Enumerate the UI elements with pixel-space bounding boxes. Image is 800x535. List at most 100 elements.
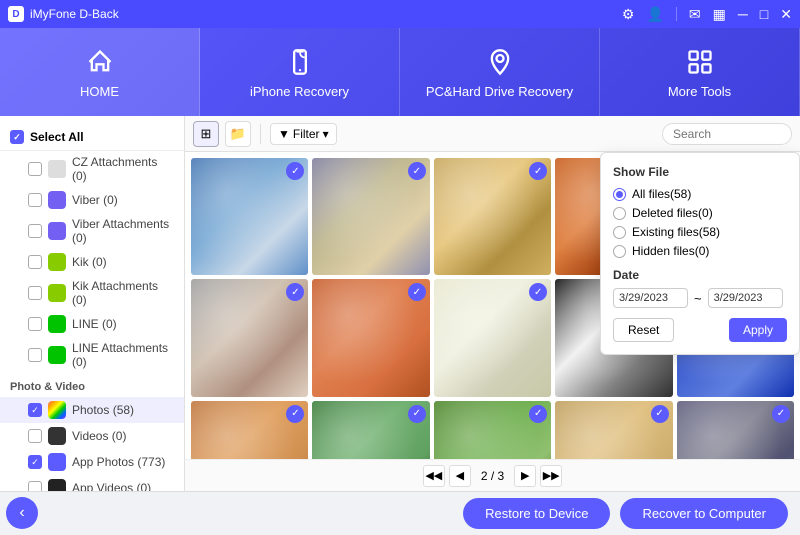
sidebar-item-line-att[interactable]: LINE Attachments (0) bbox=[0, 337, 184, 373]
videos-checkbox[interactable] bbox=[28, 429, 42, 443]
sidebar-item-app-photos[interactable]: ✓ App Photos (773) bbox=[0, 449, 184, 475]
photo-check-overlay[interactable]: ✓ bbox=[772, 405, 790, 423]
back-btn[interactable]: ‹ bbox=[6, 497, 38, 529]
radio-deleted[interactable] bbox=[613, 207, 626, 220]
filter-all-label: All files(58) bbox=[632, 187, 691, 201]
grid-icon[interactable]: ▦ bbox=[713, 6, 726, 23]
kik-checkbox[interactable] bbox=[28, 255, 42, 269]
sidebar-item-videos[interactable]: Videos (0) bbox=[0, 423, 184, 449]
radio-all[interactable] bbox=[613, 188, 626, 201]
search-input[interactable] bbox=[662, 123, 792, 145]
nav-more-label: More Tools bbox=[668, 84, 731, 99]
separator bbox=[676, 7, 677, 21]
date-to-input[interactable] bbox=[708, 288, 783, 308]
recover-to-computer-btn[interactable]: Recover to Computer bbox=[620, 498, 788, 529]
line-checkbox[interactable] bbox=[28, 317, 42, 331]
nav-iphone-label: iPhone Recovery bbox=[250, 84, 349, 99]
email-icon[interactable]: ✉ bbox=[689, 6, 701, 23]
line-att-icon bbox=[48, 346, 66, 364]
filter-btn[interactable]: ▼ Filter ▾ bbox=[270, 123, 337, 145]
app-videos-checkbox[interactable] bbox=[28, 481, 42, 491]
maximize-icon[interactable]: □ bbox=[760, 6, 768, 22]
grid-view-btn[interactable]: ⊞ bbox=[193, 121, 219, 147]
date-row: ~ bbox=[613, 288, 787, 308]
user-icon[interactable]: 👤 bbox=[646, 6, 663, 23]
viber-label: Viber (0) bbox=[72, 193, 118, 207]
date-from-input[interactable] bbox=[613, 288, 688, 308]
sidebar-item-app-videos[interactable]: App Videos (0) bbox=[0, 475, 184, 491]
viber-checkbox[interactable] bbox=[28, 193, 42, 207]
folder-view-btn[interactable]: 📁 bbox=[225, 121, 251, 147]
last-page-btn[interactable]: ▶▶ bbox=[540, 465, 562, 487]
sidebar-item-kik[interactable]: Kik (0) bbox=[0, 249, 184, 275]
nav-iphone-recovery[interactable]: iPhone Recovery bbox=[200, 28, 400, 116]
photos-icon bbox=[48, 401, 66, 419]
prev-page-btn[interactable]: ◀ bbox=[449, 465, 471, 487]
nav-pc-recovery[interactable]: PC&Hard Drive Recovery bbox=[400, 28, 600, 116]
video-icon bbox=[48, 427, 66, 445]
kik-att-icon bbox=[48, 284, 66, 302]
nav-home[interactable]: HOME bbox=[0, 28, 200, 116]
sidebar-item-cz-att[interactable]: CZ Attachments (0) bbox=[0, 151, 184, 187]
filter-option-existing[interactable]: Existing files(58) bbox=[613, 225, 787, 239]
photo-check-overlay[interactable]: ✓ bbox=[408, 405, 426, 423]
date-label: Date bbox=[613, 268, 787, 282]
sidebar-item-viber-att[interactable]: Viber Attachments (0) bbox=[0, 213, 184, 249]
photo-check-overlay[interactable]: ✓ bbox=[651, 405, 669, 423]
nav-home-label: HOME bbox=[80, 84, 119, 99]
photo-cell[interactable]: ✓ bbox=[191, 279, 308, 396]
viber-icon bbox=[48, 191, 66, 209]
photo-cell[interactable]: ✓ bbox=[434, 279, 551, 396]
app-photos-icon bbox=[48, 453, 66, 471]
photo-cell[interactable]: ✓ bbox=[434, 401, 551, 459]
first-page-btn[interactable]: ◀◀ bbox=[423, 465, 445, 487]
photo-cell[interactable]: ✓ bbox=[191, 401, 308, 459]
photo-check-overlay[interactable]: ✓ bbox=[529, 405, 547, 423]
radio-existing[interactable] bbox=[613, 226, 626, 239]
cz-icon bbox=[48, 160, 66, 178]
photo-cell[interactable]: ✓ bbox=[312, 158, 429, 275]
photo-cell[interactable]: ✓ bbox=[677, 401, 794, 459]
cz-att-checkbox[interactable] bbox=[28, 162, 42, 176]
app-title: iMyFone D-Back bbox=[30, 7, 119, 21]
filter-option-all[interactable]: All files(58) bbox=[613, 187, 787, 201]
sidebar: ✓ Select All CZ Attachments (0) Viber (0… bbox=[0, 116, 185, 491]
app-photos-checkbox[interactable]: ✓ bbox=[28, 455, 42, 469]
minimize-icon[interactable]: ─ bbox=[738, 6, 748, 22]
select-all-row[interactable]: ✓ Select All bbox=[0, 124, 184, 151]
close-icon[interactable]: ✕ bbox=[780, 6, 792, 23]
next-page-btn[interactable]: ▶ bbox=[514, 465, 536, 487]
filter-icon: ▼ bbox=[278, 127, 290, 141]
app-logo: D bbox=[8, 6, 24, 22]
photo-cell[interactable]: ✓ bbox=[312, 279, 429, 396]
nav-more-tools[interactable]: More Tools bbox=[600, 28, 800, 116]
home-icon bbox=[84, 46, 116, 78]
photo-cell[interactable]: ✓ bbox=[434, 158, 551, 275]
apply-btn[interactable]: Apply bbox=[729, 318, 787, 342]
sidebar-item-viber[interactable]: Viber (0) bbox=[0, 187, 184, 213]
kik-icon bbox=[48, 253, 66, 271]
photos-checkbox[interactable]: ✓ bbox=[28, 403, 42, 417]
pagination-row: ◀◀ ◀ 2 / 3 ▶ ▶▶ bbox=[185, 459, 800, 491]
settings-icon[interactable]: ⚙ bbox=[622, 6, 635, 23]
photo-cell[interactable]: ✓ bbox=[555, 401, 672, 459]
sidebar-item-kik-att[interactable]: Kik Attachments (0) bbox=[0, 275, 184, 311]
photo-cell[interactable]: ✓ bbox=[191, 158, 308, 275]
filter-option-deleted[interactable]: Deleted files(0) bbox=[613, 206, 787, 220]
app-video-icon bbox=[48, 479, 66, 491]
select-all-checkbox[interactable]: ✓ bbox=[10, 130, 24, 144]
show-file-label: Show File bbox=[613, 165, 787, 179]
sidebar-item-line[interactable]: LINE (0) bbox=[0, 311, 184, 337]
photo-check-overlay[interactable]: ✓ bbox=[408, 162, 426, 180]
viber-att-checkbox[interactable] bbox=[28, 224, 42, 238]
restore-to-device-btn[interactable]: Restore to Device bbox=[463, 498, 610, 529]
radio-hidden[interactable] bbox=[613, 245, 626, 258]
navbar: HOME iPhone Recovery PC&Hard Drive Recov… bbox=[0, 28, 800, 116]
kik-att-checkbox[interactable] bbox=[28, 286, 42, 300]
filter-option-hidden[interactable]: Hidden files(0) bbox=[613, 244, 787, 258]
titlebar-left: D iMyFone D-Back bbox=[8, 6, 119, 22]
photo-cell[interactable]: ✓ bbox=[312, 401, 429, 459]
reset-btn[interactable]: Reset bbox=[613, 318, 674, 342]
sidebar-item-photos[interactable]: ✓ Photos (58) bbox=[0, 397, 184, 423]
line-att-checkbox[interactable] bbox=[28, 348, 42, 362]
